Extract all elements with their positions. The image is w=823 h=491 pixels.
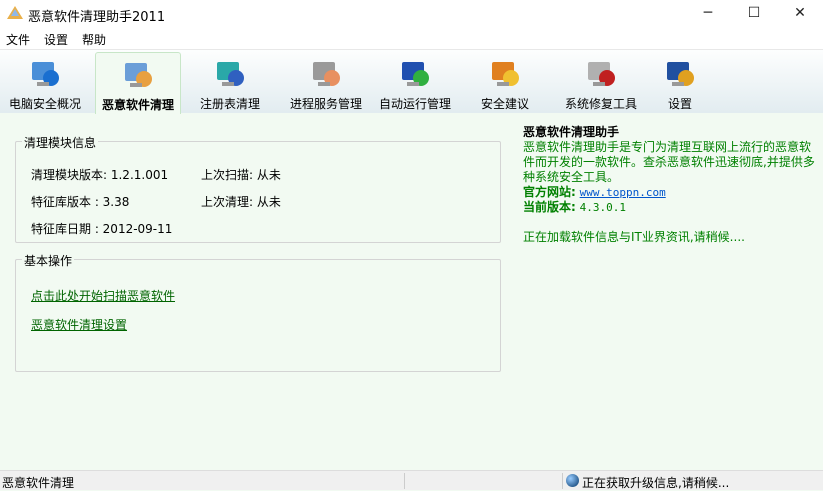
registry-icon bbox=[217, 62, 244, 86]
tab-label: 进程服务管理 bbox=[289, 97, 362, 111]
globe-icon bbox=[566, 474, 579, 487]
loading-text: 正在加载软件信息与IT业界资讯,请稍候.... bbox=[523, 230, 745, 244]
version-label: 当前版本: bbox=[523, 200, 576, 214]
tab-label: 注册表清理 bbox=[199, 97, 260, 111]
status-left: 恶意软件清理 bbox=[2, 476, 75, 490]
computer-info-icon bbox=[32, 62, 59, 86]
signature-version: 特征库版本 : 3.38 bbox=[31, 195, 130, 209]
start-scan-link[interactable]: 点击此处开始扫描恶意软件 bbox=[31, 287, 175, 304]
module-version: 清理模块版本: 1.2.1.001 bbox=[31, 168, 169, 182]
menu-file[interactable]: 文件 bbox=[6, 31, 30, 48]
menu-help[interactable]: 帮助 bbox=[82, 31, 106, 48]
computer-broom-icon bbox=[125, 63, 152, 87]
title-bar: 恶意软件清理助手2011 ─ ☐ ✕ bbox=[0, 0, 823, 28]
status-bar: 恶意软件清理 正在获取升级信息,请稍候... bbox=[0, 470, 823, 490]
group-title: 清理模块信息 bbox=[22, 134, 99, 151]
minimize-button[interactable]: ─ bbox=[685, 0, 731, 28]
signature-date: 特征库日期 : 2012-09-11 bbox=[31, 222, 173, 236]
tab-settings-check[interactable]: 设置 bbox=[652, 52, 708, 114]
tab-registry[interactable]: 注册表清理 bbox=[190, 52, 270, 114]
tab-advisor[interactable]: 安全建议 bbox=[468, 52, 542, 114]
gears-icon bbox=[313, 62, 340, 86]
about-description: 恶意软件清理助手是专门为清理互联网上流行的恶意软件而开发的一款软件。查杀恶意软件… bbox=[523, 140, 815, 184]
version-value: 4.3.0.1 bbox=[579, 201, 626, 214]
tab-computer-broom[interactable]: 恶意软件清理 bbox=[95, 52, 181, 114]
website-link[interactable]: www.toppn.com bbox=[580, 186, 666, 199]
last-clean: 上次清理: 从未 bbox=[201, 195, 281, 209]
tab-repair-tools[interactable]: 系统修复工具 bbox=[553, 52, 649, 114]
close-button[interactable]: ✕ bbox=[777, 0, 823, 28]
toolbar: 电脑安全概况 恶意软件清理 注册表清理 进程服务管理 自动运行管理 安全建议 系统修复工具 设… bbox=[0, 49, 823, 114]
tab-label: 系统修复工具 bbox=[564, 97, 637, 111]
tab-label: 设置 bbox=[667, 97, 692, 111]
tab-startup[interactable]: 自动运行管理 bbox=[372, 52, 458, 114]
tab-label: 电脑安全概况 bbox=[8, 97, 81, 111]
last-scan: 上次扫描: 从未 bbox=[201, 168, 281, 182]
clean-settings-link[interactable]: 恶意软件清理设置 bbox=[31, 316, 127, 333]
startup-icon bbox=[402, 62, 429, 86]
window-title: 恶意软件清理助手2011 bbox=[28, 10, 166, 25]
menu-settings[interactable]: 设置 bbox=[44, 31, 68, 48]
status-right: 正在获取升级信息,请稍候... bbox=[582, 476, 730, 490]
settings-check-icon bbox=[667, 62, 694, 86]
tab-gears[interactable]: 进程服务管理 bbox=[278, 52, 374, 114]
tab-computer-info[interactable]: 电脑安全概况 bbox=[2, 52, 88, 114]
advisor-icon bbox=[492, 62, 519, 86]
tab-label: 恶意软件清理 bbox=[101, 98, 174, 112]
repair-tools-icon bbox=[588, 62, 615, 86]
maximize-button[interactable]: ☐ bbox=[731, 0, 777, 28]
about-heading: 恶意软件清理助手 bbox=[523, 125, 620, 139]
app-logo-icon bbox=[7, 6, 23, 19]
about-panel: 恶意软件清理助手 恶意软件清理助手是专门为清理互联网上流行的恶意软件而开发的一款… bbox=[523, 125, 815, 245]
group-title: 基本操作 bbox=[22, 252, 75, 269]
menu-bar: 文件 设置 帮助 bbox=[0, 28, 823, 49]
site-label: 官方网站: bbox=[523, 185, 576, 199]
tab-label: 安全建议 bbox=[480, 97, 529, 111]
tab-label: 自动运行管理 bbox=[378, 97, 451, 111]
